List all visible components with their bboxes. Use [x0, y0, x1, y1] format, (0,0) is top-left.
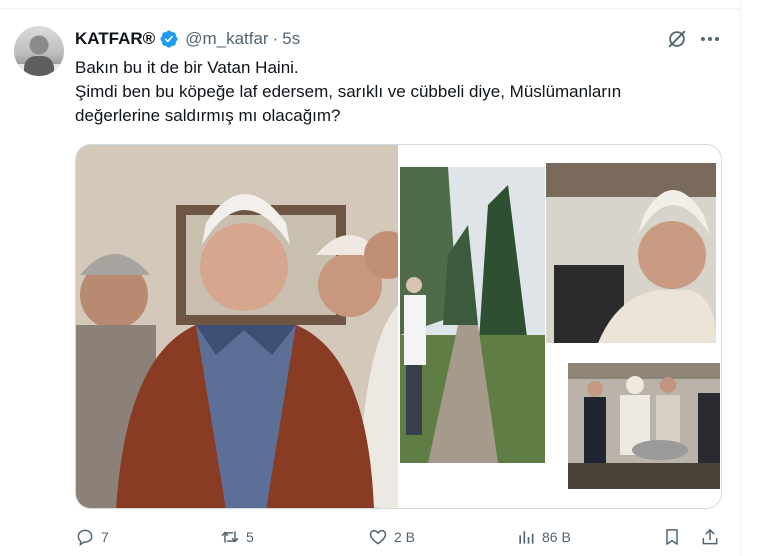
- tweet-actions: 7 5 2 B 86 B: [0, 522, 740, 552]
- timeline-divider: [0, 8, 740, 9]
- display-name[interactable]: KATFAR®: [75, 29, 155, 49]
- tweet-media[interactable]: [75, 144, 722, 509]
- media-photo-collage[interactable]: [398, 145, 721, 508]
- views-icon: [519, 531, 534, 544]
- bookmark-button[interactable]: [662, 522, 682, 552]
- verified-badge-icon: [160, 30, 178, 48]
- like-icon: [369, 529, 387, 545]
- avatar[interactable]: [14, 26, 64, 76]
- reply-button[interactable]: 7: [75, 522, 109, 552]
- reply-count: 7: [101, 529, 109, 545]
- share-icon: [702, 529, 718, 545]
- collage-illustration: [398, 145, 721, 508]
- timestamp[interactable]: 5s: [282, 29, 300, 49]
- media-photo-group[interactable]: [76, 145, 398, 508]
- retweet-icon: [221, 531, 239, 543]
- reply-icon: [77, 529, 93, 546]
- like-count: 2 B: [394, 529, 416, 545]
- views-button[interactable]: 86 B: [516, 522, 571, 552]
- tweet-line: değerlerine saldırmış mı olacağım?: [75, 106, 341, 125]
- tweet-header: KATFAR® @m_katfar · 5s: [75, 28, 300, 50]
- views-count: 86 B: [542, 529, 571, 545]
- retweet-count: 5: [246, 529, 254, 545]
- separator-dot: ·: [272, 29, 279, 48]
- tweet-line: Bakın bu it de bir Vatan Haini.: [75, 58, 299, 77]
- column-border: [740, 0, 741, 556]
- tweet-text: Bakın bu it de bir Vatan Haini. Şimdi be…: [75, 56, 715, 128]
- group-photo-illustration: [76, 145, 398, 508]
- user-handle[interactable]: @m_katfar: [185, 29, 268, 49]
- tweet-line: Şimdi ben bu köpeğe laf edersem, sarıklı…: [75, 82, 622, 101]
- retweet-button[interactable]: 5: [220, 522, 254, 552]
- grok-icon[interactable]: [666, 28, 688, 50]
- bookmark-icon: [666, 529, 678, 545]
- more-icon[interactable]: [698, 29, 722, 49]
- share-button[interactable]: [700, 522, 720, 552]
- like-button[interactable]: 2 B: [368, 522, 415, 552]
